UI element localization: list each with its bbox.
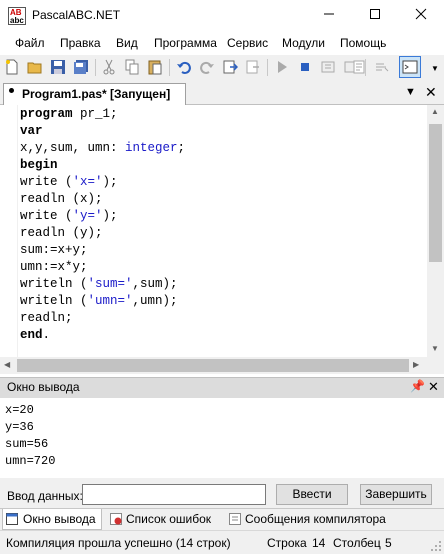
toolbar-separator — [267, 59, 268, 76]
output-line: y=36 — [5, 420, 34, 434]
editor-gutter — [0, 105, 18, 357]
save-all-icon[interactable] — [72, 58, 90, 76]
tab-list-dropdown-icon[interactable]: ▼ — [405, 86, 416, 98]
tab-close-icon[interactable]: ✕ — [425, 84, 437, 101]
paste-icon[interactable] — [146, 58, 164, 76]
maximize-button[interactable] — [352, 0, 398, 31]
scroll-up-icon[interactable]: ▲ — [431, 107, 439, 116]
pin-icon[interactable]: 📌 — [410, 379, 425, 393]
menu-program[interactable]: Программа — [154, 36, 217, 50]
status-row-value: 14 — [312, 536, 326, 550]
resize-grip-icon[interactable] — [430, 540, 442, 552]
menu-file[interactable]: Файл — [15, 36, 45, 50]
status-col-label: Столбец — [333, 536, 381, 550]
code-line: umn:=x*y; — [20, 260, 88, 274]
maximize-icon — [370, 9, 380, 19]
output-panel-title: Окно вывода — [7, 380, 80, 394]
scroll-down-icon[interactable]: ▼ — [431, 344, 439, 353]
compile-icon[interactable] — [221, 58, 239, 76]
code-line: readln (y); — [20, 226, 103, 240]
enter-button[interactable]: Ввести — [276, 484, 348, 505]
uncomment-icon[interactable] — [373, 58, 391, 76]
close-icon — [415, 8, 427, 20]
toolbar-separator — [95, 59, 96, 76]
copy-icon[interactable] — [123, 58, 141, 76]
minimize-button[interactable] — [306, 0, 352, 31]
output-area[interactable] — [0, 398, 444, 478]
status-row-label: Строка — [267, 536, 307, 550]
code-line: readln; — [20, 311, 73, 325]
app-icon: AB abc — [8, 7, 26, 25]
horizontal-scroll-thumb[interactable] — [17, 359, 409, 372]
save-icon[interactable] — [49, 58, 67, 76]
status-col-value: 5 — [385, 536, 392, 550]
code-line: end. — [20, 328, 51, 342]
comment-icon[interactable] — [350, 58, 368, 76]
output-window-icon[interactable] — [399, 56, 421, 78]
code-line: writeln ('sum=',sum); — [20, 277, 178, 291]
input-label: Ввод данных: — [7, 489, 83, 503]
stop-icon[interactable] — [296, 58, 314, 76]
redo-icon[interactable] — [198, 58, 216, 76]
run-icon[interactable] — [273, 58, 291, 76]
step-into-icon[interactable] — [319, 58, 337, 76]
new-file-icon[interactable] — [3, 58, 21, 76]
debug-icon[interactable] — [244, 58, 262, 76]
scroll-right-icon[interactable]: ▶ — [413, 360, 419, 369]
menu-tools[interactable]: Сервис — [227, 36, 268, 50]
close-button[interactable] — [398, 0, 444, 31]
scroll-left-icon[interactable]: ◀ — [4, 360, 10, 369]
output-line: umn=720 — [5, 454, 56, 468]
undo-icon[interactable] — [175, 58, 193, 76]
window-title: PascalABC.NET — [32, 8, 121, 22]
tab-error-list[interactable]: Список ошибок — [108, 508, 211, 530]
output-line: sum=56 — [5, 437, 49, 451]
code-line: writeln ('umn=',umn); — [20, 294, 178, 308]
code-line: program pr_1; — [20, 107, 118, 121]
status-message: Компиляция прошла успешно (14 строк) — [6, 536, 231, 550]
minimize-icon — [324, 13, 334, 15]
menu-view[interactable]: Вид — [116, 36, 138, 50]
input-data-field[interactable] — [82, 484, 266, 505]
code-line: var — [20, 124, 43, 138]
tab-compiler-messages[interactable]: Сообщения компилятора — [227, 508, 386, 530]
output-close-icon[interactable]: ✕ — [428, 379, 439, 395]
code-line: begin — [20, 158, 58, 172]
open-folder-icon[interactable] — [26, 58, 44, 76]
code-line: readln (x); — [20, 192, 103, 206]
menu-modules[interactable]: Модули — [282, 36, 325, 50]
finish-button[interactable]: Завершить — [360, 484, 432, 505]
toolbar-separator — [169, 59, 170, 76]
code-line: write ('x='); — [20, 175, 118, 189]
output-line: x=20 — [5, 403, 34, 417]
code-line: write ('y='); — [20, 209, 118, 223]
tab-program1[interactable]: Program1.pas* [Запущен] — [3, 83, 186, 105]
vertical-scroll-thumb[interactable] — [429, 124, 442, 262]
toolbar-overflow-icon[interactable]: ▼ — [431, 64, 439, 73]
menu-help[interactable]: Помощь — [340, 36, 386, 50]
code-line: sum:=x+y; — [20, 243, 88, 257]
modified-dot-icon — [9, 88, 14, 93]
menu-edit[interactable]: Правка — [60, 36, 101, 50]
cut-icon[interactable] — [100, 58, 118, 76]
code-line: x,y,sum, umn: integer; — [20, 141, 186, 155]
tab-output-window[interactable]: Окно вывода — [5, 508, 96, 530]
